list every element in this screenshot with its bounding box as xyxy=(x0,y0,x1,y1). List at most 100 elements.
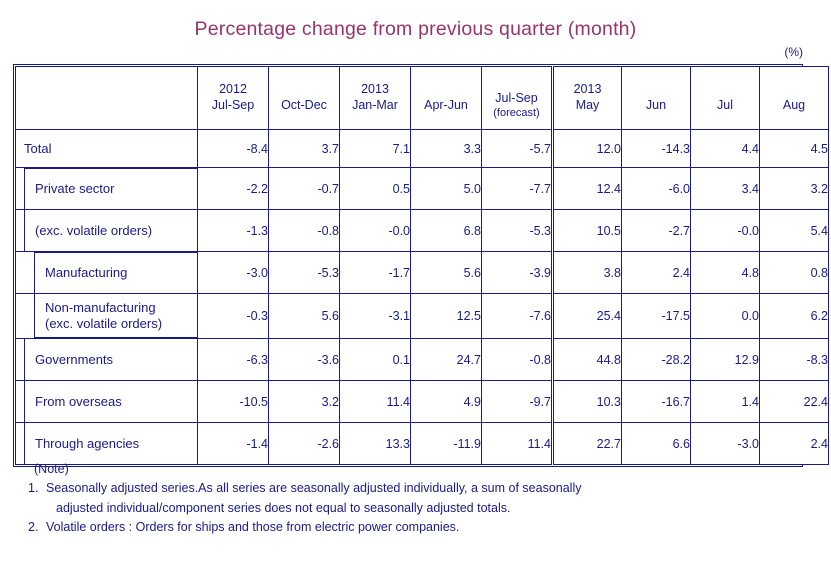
cell-manufacturing-2013jul: 4.8 xyxy=(690,251,760,294)
cell-non-manufacturing-2013may: 25.4 xyxy=(551,293,622,339)
row-label-nest: Private sector xyxy=(24,168,197,209)
note-line-1: Seasonally adjusted series.As all series… xyxy=(46,481,582,496)
cell-private-sector-2013q1: 0.5 xyxy=(339,167,411,210)
cell-governments-2013jun: -28.2 xyxy=(621,338,691,381)
cell-private-sector-2013may: 12.4 xyxy=(551,167,622,210)
table-row-through-agencies: Through agencies -1.4 -2.6 13.3 -11.9 11… xyxy=(15,422,829,465)
header-period: Jul xyxy=(717,98,733,112)
page-title: Percentage change from previous quarter … xyxy=(194,18,637,40)
row-label-cell-private-sector: Private sector xyxy=(15,167,198,210)
cell-through-agencies-2013q1: 13.3 xyxy=(339,422,411,465)
header-period: Jun xyxy=(645,98,667,112)
cell-total-2013q1: 7.1 xyxy=(339,129,411,168)
cell-through-agencies-2013jul: -3.0 xyxy=(690,422,760,465)
notes-section: (Note) 1. Seasonally adjusted series.As … xyxy=(20,460,810,538)
note-line-2: adjusted individual/component series doe… xyxy=(56,500,511,515)
table-row-non-manufacturing: Non-manufacturing (exc. volatile orders)… xyxy=(15,293,829,339)
cell-from-overseas-2013jul: 1.4 xyxy=(690,380,760,423)
cell-governments-2013aug: -8.3 xyxy=(759,338,829,381)
row-label: Governments xyxy=(35,351,114,367)
row-label-cell-through-agencies: Through agencies xyxy=(15,422,198,465)
note-text: Seasonally adjusted series.As all series… xyxy=(46,479,810,518)
cell-through-agencies-2013jun: 6.6 xyxy=(621,422,691,465)
table-header: 2012 Jul-Sep Oct-Dec 2013 Jan-Mar Apr-Ju… xyxy=(15,66,829,130)
header-period: Apr-Jun xyxy=(424,98,468,112)
row-label: (exc. volatile orders) xyxy=(35,222,153,238)
cell-governments-2013may: 44.8 xyxy=(551,338,622,381)
row-label-cell-manufacturing: Manufacturing xyxy=(15,251,198,294)
cell-through-agencies-2013q2: -11.9 xyxy=(410,422,482,465)
header-cell-2013q3-forecast: Jul-Sep (forecast) xyxy=(481,66,553,130)
cell-from-overseas-2013may: 10.3 xyxy=(551,380,622,423)
header-period: Aug xyxy=(782,98,806,112)
cell-non-manufacturing-2013aug: 6.2 xyxy=(759,293,829,339)
cell-from-overseas-2013aug: 22.4 xyxy=(759,380,829,423)
notes-heading: (Note) xyxy=(34,462,69,476)
cell-private-sector-2013q3: -7.7 xyxy=(481,167,553,210)
header-year: 2013 xyxy=(361,82,389,97)
cell-total-2013aug: 4.5 xyxy=(759,129,829,168)
row-label: From overseas xyxy=(35,393,122,409)
cell-private-exc-2013jun: -2.7 xyxy=(621,209,691,252)
cell-manufacturing-2013aug: 0.8 xyxy=(759,251,829,294)
cell-private-exc-2013jul: -0.0 xyxy=(690,209,760,252)
cell-private-sector-2012q3: -2.2 xyxy=(197,167,269,210)
cell-governments-2013q3: -0.8 xyxy=(481,338,553,381)
cell-private-sector-2013q2: 5.0 xyxy=(410,167,482,210)
cell-through-agencies-2012q3: -1.4 xyxy=(197,422,269,465)
cell-from-overseas-2013jun: -16.7 xyxy=(621,380,691,423)
cell-total-2012q4: 3.7 xyxy=(268,129,340,168)
cell-manufacturing-2013q3: -3.9 xyxy=(481,251,553,294)
header-cell-2013q2: Apr-Jun xyxy=(410,66,482,130)
cell-private-exc-2013q1: -0.0 xyxy=(339,209,411,252)
cell-governments-2013jul: 12.9 xyxy=(690,338,760,381)
note-text: Volatile orders : Orders for ships and t… xyxy=(46,518,810,537)
cell-total-2012q3: -8.4 xyxy=(197,129,269,168)
cell-non-manufacturing-2013jun: -17.5 xyxy=(621,293,691,339)
cell-from-overseas-2013q3: -9.7 xyxy=(481,380,553,423)
header-cell-2013jun: Jun xyxy=(621,66,691,130)
table-row-total: Total -8.4 3.7 7.1 3.3 -5.7 12.0 -14.3 4… xyxy=(15,129,829,168)
cell-private-sector-2012q4: -0.7 xyxy=(268,167,340,210)
row-label: Non-manufacturing (exc. volatile orders) xyxy=(45,300,163,331)
cell-manufacturing-2012q3: -3.0 xyxy=(197,251,269,294)
note-item-1: 1. Seasonally adjusted series.As all ser… xyxy=(20,479,810,518)
header-cell-2013q1: 2013 Jan-Mar xyxy=(339,66,411,130)
row-label: Through agencies xyxy=(35,435,140,451)
cell-non-manufacturing-2012q3: -0.3 xyxy=(197,293,269,339)
cell-governments-2013q1: 0.1 xyxy=(339,338,411,381)
cell-private-exc-2013aug: 5.4 xyxy=(759,209,829,252)
header-cell-2013may: 2013 May xyxy=(551,66,622,130)
row-label-cell-from-overseas: From overseas xyxy=(15,380,198,423)
row-label-nest: Through agencies xyxy=(24,423,197,464)
cell-private-sector-2013aug: 3.2 xyxy=(759,167,829,210)
table-row-private-sector: Private sector -2.2 -0.7 0.5 5.0 -7.7 12… xyxy=(15,167,829,210)
header-row: 2012 Jul-Sep Oct-Dec 2013 Jan-Mar Apr-Ju… xyxy=(15,66,829,130)
cell-from-overseas-2013q2: 4.9 xyxy=(410,380,482,423)
row-label-cell-non-manufacturing: Non-manufacturing (exc. volatile orders) xyxy=(15,293,198,339)
cell-through-agencies-2013q3: 11.4 xyxy=(481,422,553,465)
cell-through-agencies-2013aug: 2.4 xyxy=(759,422,829,465)
table-row-from-overseas: From overseas -10.5 3.2 11.4 4.9 -9.7 10… xyxy=(15,380,829,423)
cell-non-manufacturing-2012q4: 5.6 xyxy=(268,293,340,339)
note-line-1: Volatile orders : Orders for ships and t… xyxy=(46,520,460,535)
header-period: May xyxy=(575,98,600,112)
header-year: 2013 xyxy=(573,82,602,97)
row-label: Private sector xyxy=(35,181,115,197)
row-label-nest: Governments xyxy=(24,339,197,380)
cell-private-sector-2013jun: -6.0 xyxy=(621,167,691,210)
cell-total-2013q2: 3.3 xyxy=(410,129,482,168)
cell-manufacturing-2012q4: -5.3 xyxy=(268,251,340,294)
cell-non-manufacturing-2013q2: 12.5 xyxy=(410,293,482,339)
cell-from-overseas-2012q3: -10.5 xyxy=(197,380,269,423)
row-label-nest: From overseas xyxy=(24,381,197,422)
table-body: Total -8.4 3.7 7.1 3.3 -5.7 12.0 -14.3 4… xyxy=(15,129,829,465)
cell-total-2013jul: 4.4 xyxy=(690,129,760,168)
table-row-governments: Governments -6.3 -3.6 0.1 24.7 -0.8 44.8… xyxy=(15,338,829,381)
percentage-change-table: 2012 Jul-Sep Oct-Dec 2013 Jan-Mar Apr-Ju… xyxy=(15,66,829,465)
header-forecast-note: (forecast) xyxy=(493,106,540,119)
cell-from-overseas-2012q4: 3.2 xyxy=(268,380,340,423)
header-period: Jan-Mar xyxy=(352,98,398,112)
cell-private-exc-2013may: 10.5 xyxy=(551,209,622,252)
row-label-cell-private-sector-exc-volatile: (exc. volatile orders) xyxy=(15,209,198,252)
